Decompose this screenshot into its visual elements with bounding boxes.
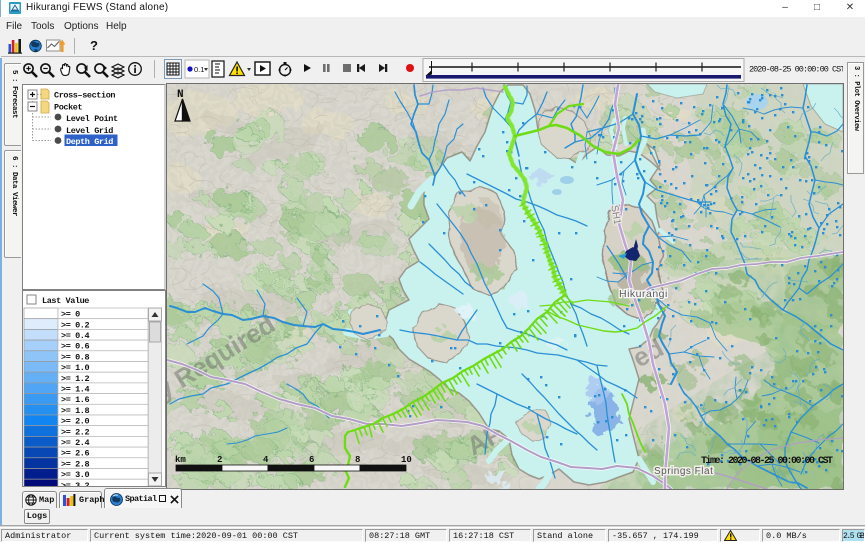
svg-text:>= 1.2: >= 1.2 bbox=[61, 374, 90, 384]
svg-text:>= 1.0: >= 1.0 bbox=[61, 363, 90, 373]
svg-text:>= 0.8: >= 0.8 bbox=[61, 352, 90, 362]
svg-text:>= 2.4: >= 2.4 bbox=[61, 438, 90, 448]
svg-text:>= 0: >= 0 bbox=[61, 310, 80, 320]
svg-text:Level Grid: Level Grid bbox=[66, 126, 113, 136]
svg-text:2: 2 bbox=[217, 455, 222, 465]
svg-text:>= 0.2: >= 0.2 bbox=[61, 320, 90, 330]
svg-text:>= 0.4: >= 0.4 bbox=[61, 331, 90, 341]
svg-text:4: 4 bbox=[263, 455, 269, 465]
svg-text:km: km bbox=[175, 455, 186, 465]
svg-text:Hikurangi: Hikurangi bbox=[619, 288, 668, 300]
svg-text:Pocket: Pocket bbox=[54, 103, 83, 113]
svg-text:>= 1.6: >= 1.6 bbox=[61, 395, 90, 405]
svg-text:0.1: 0.1 bbox=[194, 65, 204, 74]
svg-text:>= 2.0: >= 2.0 bbox=[61, 417, 90, 427]
svg-text:Depth Grid: Depth Grid bbox=[66, 137, 113, 147]
svg-text:>= 2.2: >= 2.2 bbox=[61, 427, 90, 437]
svg-text:Last Value: Last Value bbox=[42, 296, 89, 306]
svg-text:8: 8 bbox=[355, 455, 360, 465]
svg-text:>= 2.8: >= 2.8 bbox=[61, 459, 90, 469]
svg-text:Level Point: Level Point bbox=[66, 114, 118, 124]
svg-text:>= 1.8: >= 1.8 bbox=[61, 406, 90, 416]
svg-text:>= 2.6: >= 2.6 bbox=[61, 449, 90, 459]
svg-text:Springs Flat: Springs Flat bbox=[654, 466, 713, 477]
svg-text:>= 3.2: >= 3.2 bbox=[61, 481, 90, 486]
svg-text:6: 6 bbox=[309, 455, 314, 465]
svg-text:Cross–section: Cross–section bbox=[54, 91, 115, 101]
svg-text:10: 10 bbox=[401, 455, 412, 465]
svg-text:>= 0.6: >= 0.6 bbox=[61, 342, 90, 352]
svg-text:Time: 2020-08-25 00:00:00 CST: Time: 2020-08-25 00:00:00 CST bbox=[701, 455, 833, 467]
svg-text:>= 1.4: >= 1.4 bbox=[61, 385, 90, 395]
svg-text:>= 3.0: >= 3.0 bbox=[61, 470, 90, 480]
svg-text:2020-08-25 00:00:00 CST: 2020-08-25 00:00:00 CST bbox=[749, 65, 843, 75]
